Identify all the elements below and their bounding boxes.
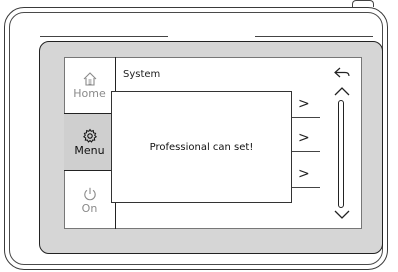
device-top-tab: [352, 0, 374, 7]
sidebar: Home Menu On: [64, 57, 116, 229]
home-icon: [83, 71, 96, 86]
menu-button[interactable]: Menu: [64, 113, 115, 171]
power-icon: [83, 187, 96, 200]
chevron-up-icon[interactable]: [333, 85, 351, 97]
gear-icon: [82, 128, 97, 143]
row-chevron-3[interactable]: >: [298, 167, 310, 181]
screen-title: System: [123, 69, 161, 80]
row-chevron-1[interactable]: >: [298, 97, 310, 111]
bezel-line-right: [255, 36, 373, 37]
row-chevron-2[interactable]: >: [298, 131, 310, 145]
row-divider-3: [292, 187, 320, 188]
row-divider-2: [292, 151, 320, 152]
bezel-line-left: [40, 36, 168, 37]
home-label: Home: [73, 86, 106, 100]
on-label: On: [81, 201, 98, 215]
scrollbar-track[interactable]: [338, 100, 344, 208]
home-button[interactable]: Home: [64, 57, 115, 113]
dialog-message: Professional can set!: [149, 141, 254, 153]
row-divider-1: [292, 117, 320, 118]
menu-label: Menu: [74, 143, 105, 157]
chevron-down-icon[interactable]: [333, 209, 351, 221]
back-arrow-icon[interactable]: [333, 66, 351, 80]
power-button[interactable]: On: [64, 171, 115, 229]
info-dialog: Professional can set!: [111, 91, 292, 203]
